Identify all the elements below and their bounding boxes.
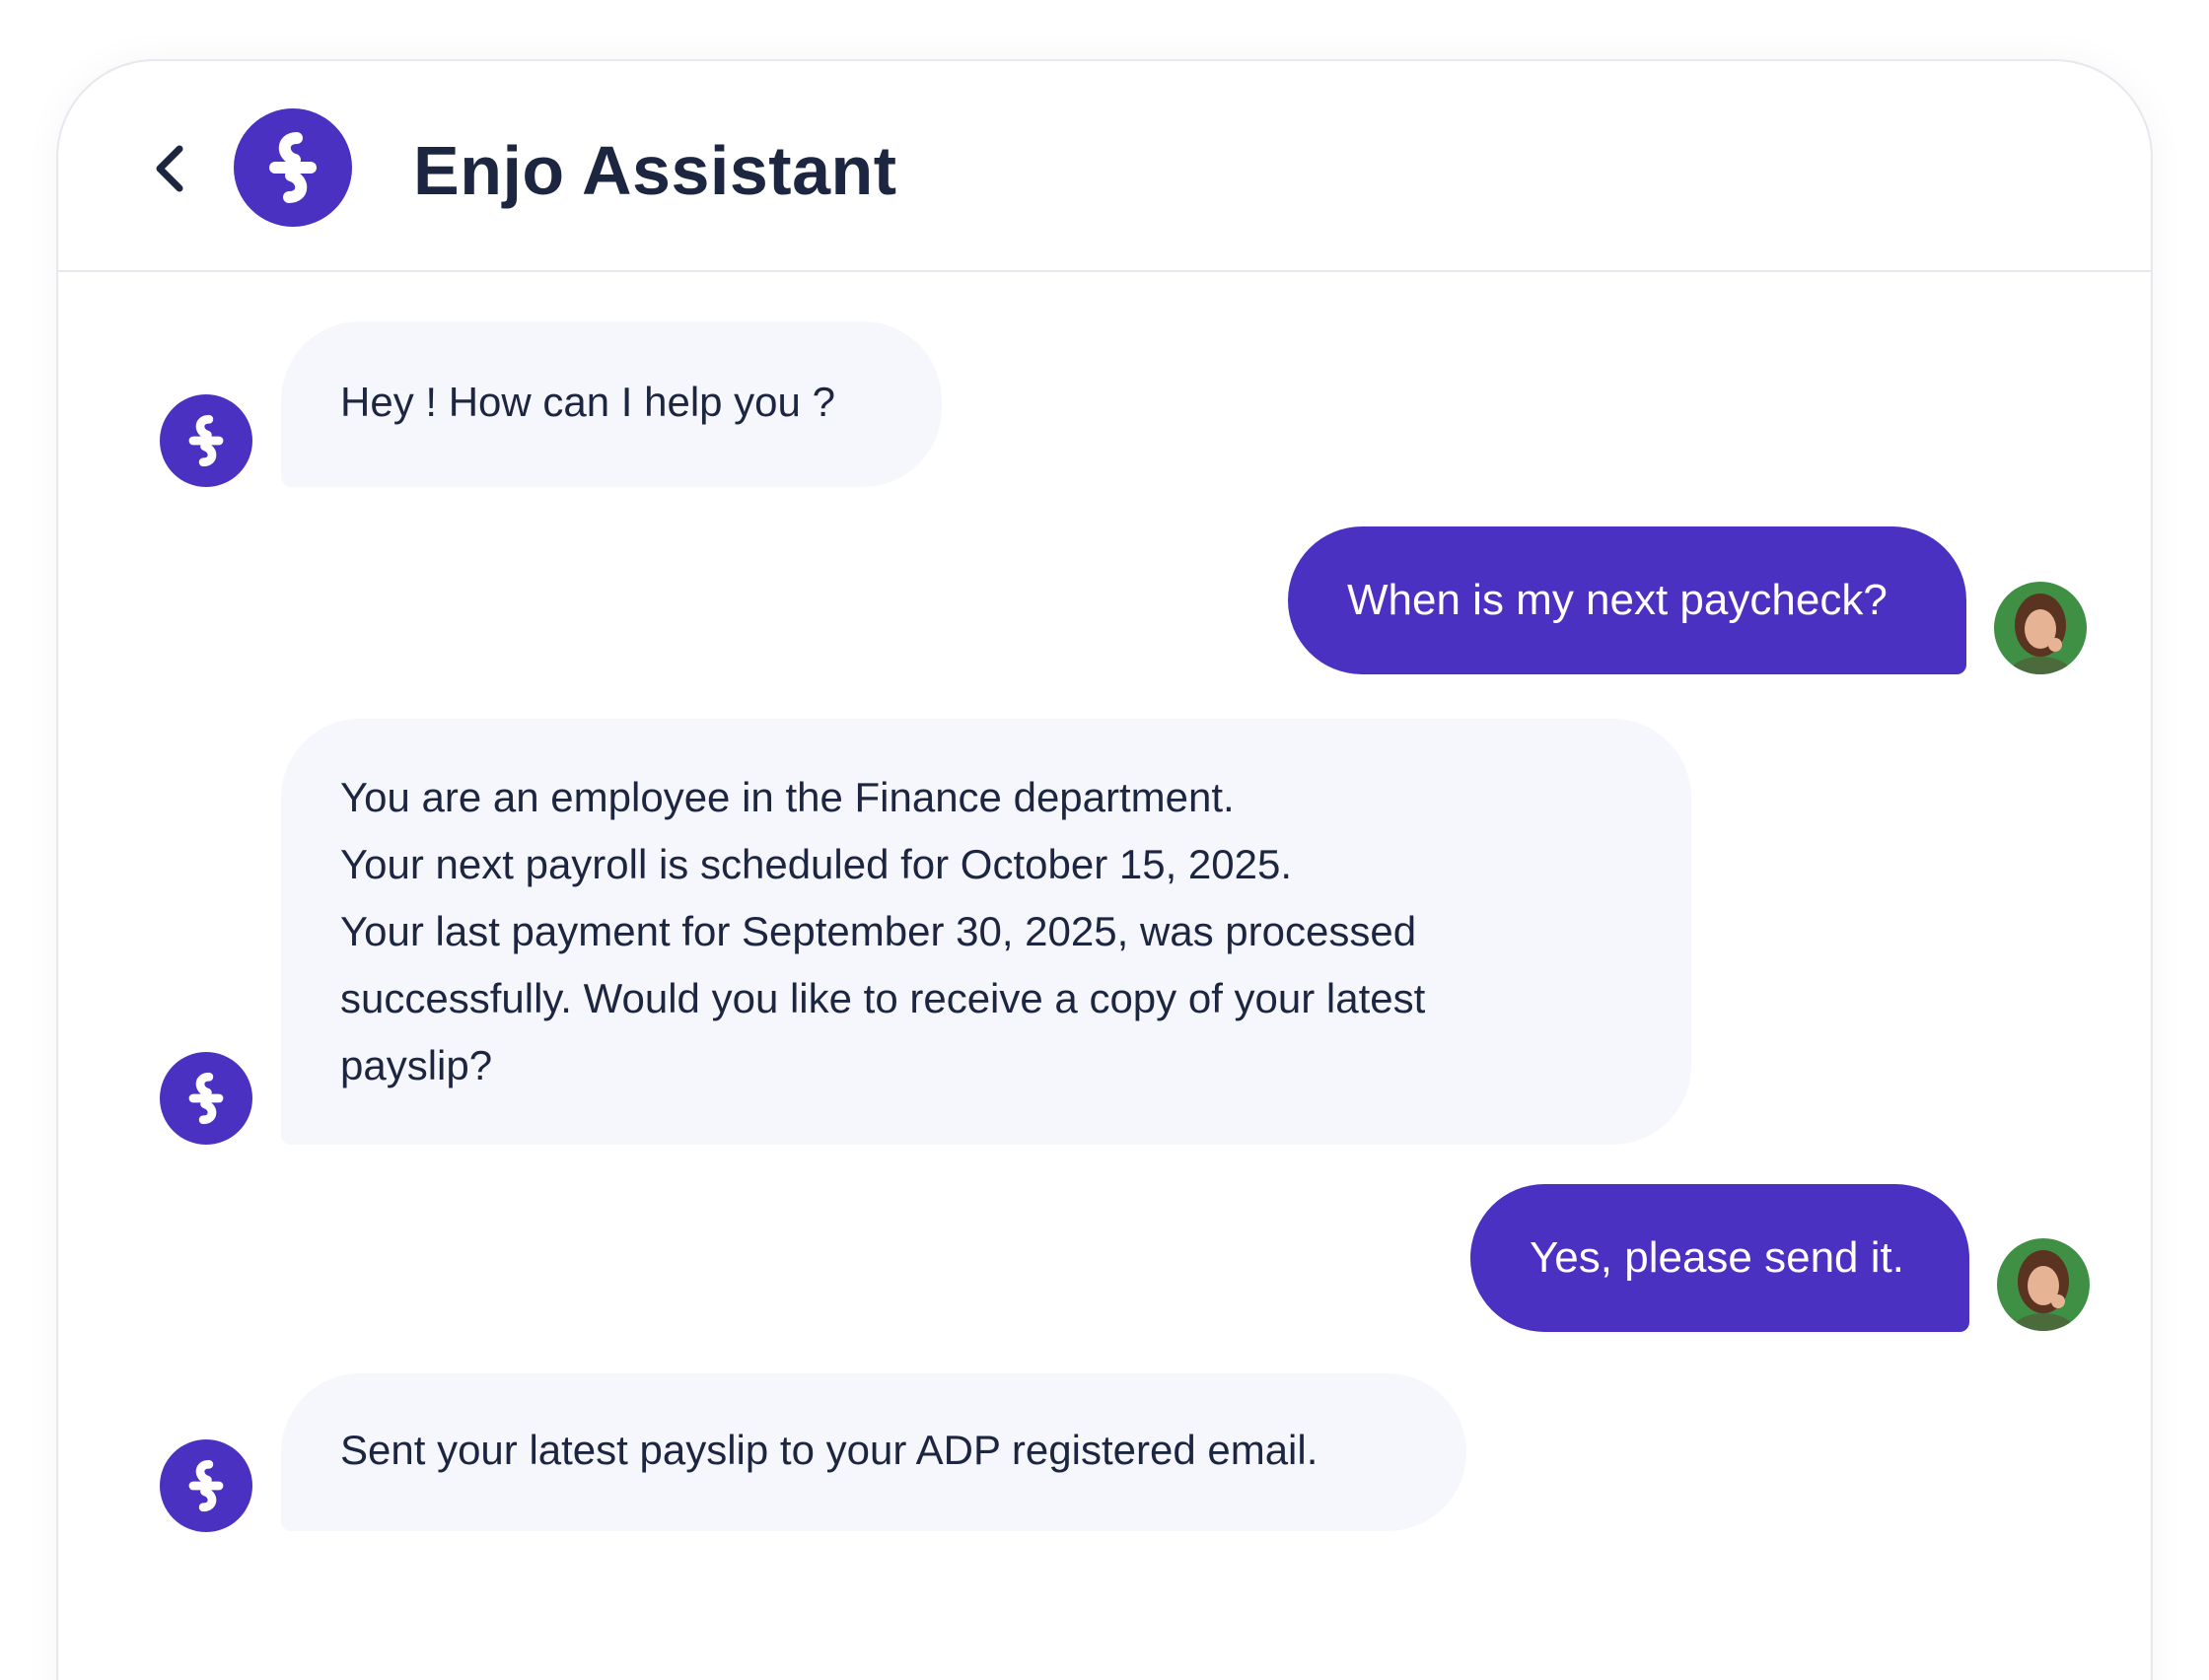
bot-avatar [160,394,252,487]
user-message: When is my next paycheck? [1288,526,1966,674]
user-avatar [1994,582,2087,674]
chevron-left-icon [156,145,183,192]
page-title: Enjo Assistant [413,132,897,209]
chat-header: Enjo Assistant [58,61,2151,272]
chat-window: Enjo Assistant Hey ! How can I help you … [56,59,2153,1680]
message-line: Your next payroll is scheduled for Octob… [340,841,1293,887]
message-line: You are an employee in the Finance depar… [340,774,1235,820]
enjo-logo-icon [269,132,317,203]
message-line: Hey ! How can I help you ? [340,379,835,425]
assistant-avatar [234,108,352,227]
enjo-logo-icon [188,414,224,467]
user-message: Yes, please send it. [1470,1184,1969,1332]
enjo-logo-icon [188,1072,224,1125]
message-line: Your last payment for September 30, 2025… [340,908,1417,954]
bot-message: Hey ! How can I help you ? [281,321,942,487]
back-button[interactable] [139,138,200,199]
message-line: successfully. Would you like to receive … [340,975,1426,1021]
message-line: Sent your latest payslip to your ADP reg… [340,1427,1318,1473]
message-line: payslip? [340,1042,493,1088]
user-avatar [1997,1238,2090,1331]
bot-message: Sent your latest payslip to your ADP reg… [281,1373,1466,1531]
bot-avatar [160,1439,252,1532]
message-text: When is my next paycheck? [1347,576,1888,624]
message-text: Yes, please send it. [1530,1233,1904,1282]
enjo-logo-icon [188,1459,224,1512]
bot-message: You are an employee in the Finance depar… [281,719,1691,1145]
bot-avatar [160,1052,252,1145]
